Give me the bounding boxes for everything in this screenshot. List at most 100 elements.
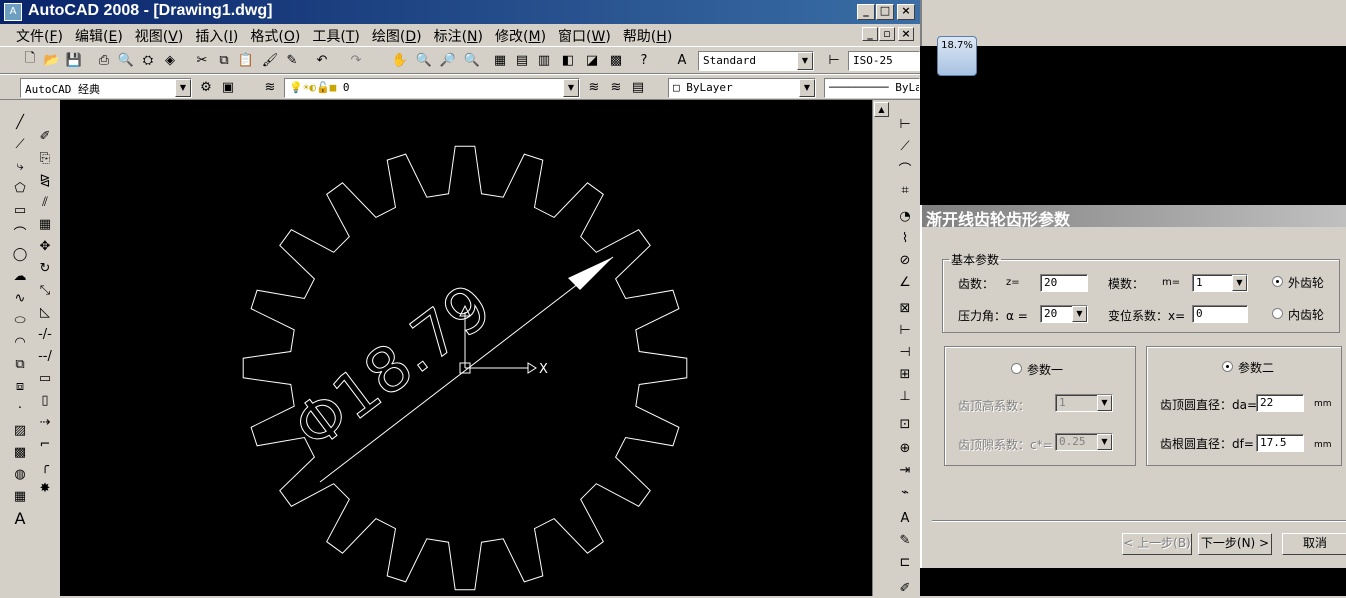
mirror-icon[interactable]: ⧎ — [35, 170, 55, 190]
quick-dim-icon[interactable]: ⊠ — [895, 298, 915, 318]
text-style-select[interactable]: Standard ▼ — [698, 51, 814, 71]
menu-item-1[interactable]: 编辑(E) — [69, 25, 129, 47]
dim-style-select[interactable]: ISO-25 — [848, 51, 920, 71]
rectangle-icon[interactable]: ▭ — [10, 200, 30, 220]
addendum-coef-select[interactable]: 1 ▼ — [1055, 394, 1113, 412]
center-mark-icon[interactable]: ⊡ — [895, 414, 915, 434]
layer-manager-icon[interactable]: ≋ — [260, 77, 280, 97]
menu-item-2[interactable]: 视图(V) — [129, 25, 190, 47]
markup-icon[interactable]: ◪ — [582, 50, 602, 70]
external-gear-radio[interactable] — [1272, 276, 1283, 287]
help-icon[interactable]: ? — [634, 50, 654, 70]
join-icon[interactable]: ⇢ — [35, 412, 55, 432]
cut-icon[interactable]: ✂ — [192, 50, 212, 70]
zoom-previous-icon[interactable]: 🔍 — [462, 50, 482, 70]
minimize-button[interactable]: _ — [857, 4, 875, 20]
block-editor-icon[interactable]: ✎ — [282, 50, 302, 70]
quick-leader-icon[interactable]: ⊞ — [895, 364, 915, 384]
scale-icon[interactable]: ⤡ — [35, 280, 55, 300]
doc-minimize-button[interactable]: _ — [862, 27, 878, 41]
break-icon[interactable]: ▯ — [35, 390, 55, 410]
dim-edit-icon[interactable]: ⌁ — [895, 482, 915, 502]
teeth-input[interactable]: 20 — [1040, 274, 1088, 292]
color-select[interactable]: □ ByLayer ▼ — [668, 78, 816, 98]
make-block-icon[interactable]: ⧈ — [10, 376, 30, 396]
break-at-point-icon[interactable]: ▭ — [35, 368, 55, 388]
explode-icon[interactable]: ✸ — [35, 478, 55, 498]
tool-palettes-icon[interactable]: ▥ — [534, 50, 554, 70]
make-object-layer-current-icon[interactable]: ≋ — [584, 77, 604, 97]
move-icon[interactable]: ✥ — [35, 236, 55, 256]
new-file-icon[interactable]: 🗋 — [20, 50, 40, 70]
dim-override-icon[interactable]: ✐ — [895, 578, 915, 598]
layer-previous-icon[interactable]: ≋ — [606, 77, 626, 97]
undo-icon[interactable]: ↶ — [312, 50, 332, 70]
tolerance-icon[interactable]: ⊥ — [895, 386, 915, 406]
menu-item-6[interactable]: 绘图(D) — [366, 25, 428, 47]
3d-dwf-icon[interactable]: ◈ — [160, 50, 180, 70]
multiline-text-icon[interactable]: A — [10, 508, 30, 528]
layer-select[interactable]: 💡☀◐🔓■ 0 ▼ — [284, 78, 580, 98]
maximize-button[interactable]: □ — [876, 4, 894, 20]
plot-icon[interactable]: ⎙ — [94, 50, 114, 70]
param-set-one-radio[interactable] — [1011, 363, 1022, 374]
continue-dim-icon[interactable]: ⊣ — [895, 342, 915, 362]
stretch-icon[interactable]: ◺ — [35, 302, 55, 322]
inspection-icon[interactable]: ⊕ — [895, 438, 915, 458]
menu-item-7[interactable]: 标注(N) — [428, 25, 489, 47]
ordinate-dim-icon[interactable]: ⌗ — [895, 180, 915, 200]
linear-dim-icon[interactable]: ⊢ — [895, 114, 915, 134]
text-style-icon[interactable]: A — [672, 50, 692, 70]
copy-object-icon[interactable]: ⎘ — [35, 148, 55, 168]
root-diameter-input[interactable]: 17.5 — [1256, 434, 1304, 452]
drawing-canvas[interactable]: Φ18.79 X — [60, 100, 872, 596]
construction-line-icon[interactable]: ⟋ — [10, 134, 30, 154]
layer-states-icon[interactable]: ▤ — [628, 77, 648, 97]
hatch-icon[interactable]: ▨ — [10, 420, 30, 440]
revision-cloud-icon[interactable]: ☁ — [10, 266, 30, 286]
arc-icon[interactable]: ⌒ — [10, 222, 30, 242]
menu-item-0[interactable]: 文件(F) — [10, 25, 69, 47]
design-center-icon[interactable]: ▤ — [512, 50, 532, 70]
offset-icon[interactable]: ⫽ — [35, 192, 55, 212]
circle-icon[interactable]: ◯ — [10, 244, 30, 264]
menu-item-4[interactable]: 格式(O) — [244, 25, 306, 47]
zoom-window-icon[interactable]: 🔎 — [438, 50, 458, 70]
spline-icon[interactable]: ∿ — [10, 288, 30, 308]
point-icon[interactable]: · — [10, 398, 30, 418]
param-set-two-radio[interactable] — [1222, 361, 1233, 372]
menu-item-8[interactable]: 修改(M) — [489, 25, 552, 47]
previous-button[interactable]: < 上一步(B) — [1122, 533, 1192, 555]
calculator-icon[interactable]: ▩ — [606, 50, 626, 70]
zoom-realtime-icon[interactable]: 🔍 — [414, 50, 434, 70]
workspace-settings-icon[interactable]: ⚙ — [196, 77, 216, 97]
extend-icon[interactable]: --/ — [35, 346, 55, 366]
tip-diameter-input[interactable]: 22 — [1256, 394, 1304, 412]
erase-icon[interactable]: ✐ — [35, 126, 55, 146]
dim-update-icon[interactable]: ✎ — [895, 530, 915, 550]
autocad-app-icon[interactable]: A — [4, 3, 22, 21]
redo-icon[interactable]: ↷ — [346, 50, 366, 70]
fillet-icon[interactable]: ╭ — [35, 456, 55, 476]
scroll-up-icon[interactable]: ▲ — [874, 102, 889, 117]
doc-restore-button[interactable]: ▫ — [879, 27, 895, 41]
line-icon[interactable]: ╱ — [10, 112, 30, 132]
workspace-select[interactable]: AutoCAD 经典 ▼ — [20, 78, 192, 98]
radius-dim-icon[interactable]: ◔ — [895, 206, 915, 226]
clearance-coef-select[interactable]: 0.25 ▼ — [1055, 433, 1113, 451]
close-button[interactable]: × — [897, 4, 915, 20]
ellipse-arc-icon[interactable]: ◠ — [10, 332, 30, 352]
angular-dim-icon[interactable]: ∠ — [895, 272, 915, 292]
copy-icon[interactable]: ⧉ — [214, 50, 234, 70]
menu-item-10[interactable]: 帮助(H) — [617, 25, 678, 47]
diameter-dim-icon[interactable]: ⊘ — [895, 250, 915, 270]
shift-coef-input[interactable]: 0 — [1192, 305, 1248, 323]
trim-icon[interactable]: -/- — [35, 324, 55, 344]
region-icon[interactable]: ◍ — [10, 464, 30, 484]
pressure-angle-select[interactable]: 20 ▼ — [1040, 305, 1088, 323]
gradient-icon[interactable]: ▩ — [10, 442, 30, 462]
aligned-dim-icon[interactable]: ⟋ — [895, 136, 915, 156]
table-icon[interactable]: ▦ — [10, 486, 30, 506]
properties-icon[interactable]: ▦ — [490, 50, 510, 70]
sheet-set-icon[interactable]: ◧ — [558, 50, 578, 70]
